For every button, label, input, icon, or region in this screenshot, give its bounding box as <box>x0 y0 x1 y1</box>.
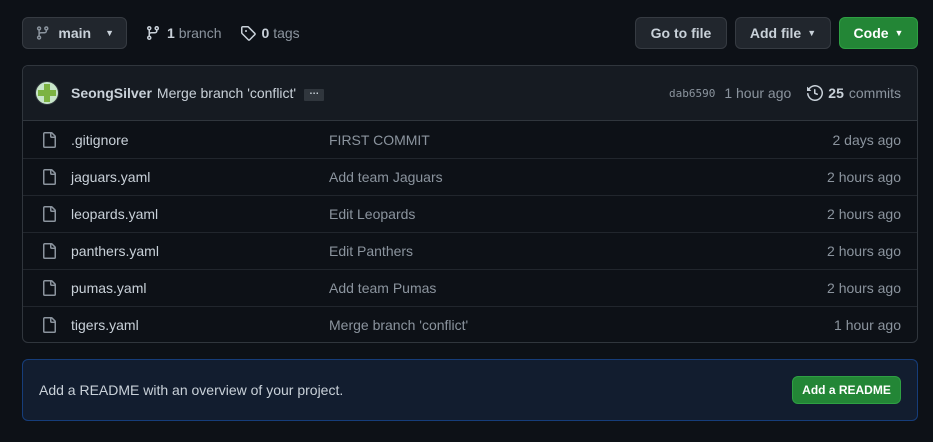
branch-count: 1 <box>167 25 175 41</box>
file-commit-time: 2 hours ago <box>827 206 901 222</box>
file-name[interactable]: tigers.yaml <box>71 317 139 333</box>
file-icon <box>41 243 57 259</box>
file-commit-time: 1 hour ago <box>834 317 901 333</box>
tag-count: 0 <box>261 25 270 41</box>
file-row[interactable]: pumas.yaml Add team Pumas 2 hours ago <box>23 269 917 306</box>
file-name[interactable]: jaguars.yaml <box>71 169 150 185</box>
readme-prompt-text: Add a README with an overview of your pr… <box>39 382 344 398</box>
readme-prompt: Add a README with an overview of your pr… <box>22 359 918 421</box>
file-list-box: SeongSilver Merge branch 'conflict' … da… <box>22 65 918 343</box>
branches-link[interactable]: 1 branch <box>145 25 222 41</box>
commit-author[interactable]: SeongSilver <box>71 85 152 101</box>
code-button[interactable]: Code ▼ <box>839 17 918 49</box>
commits-link[interactable]: 25 commits <box>807 85 901 101</box>
commit-meta: dab6590 1 hour ago 25 commits <box>669 85 901 101</box>
file-rows: .gitignore FIRST COMMIT 2 days ago jaguars.… <box>23 121 917 342</box>
history-icon <box>807 85 824 101</box>
file-commit-message[interactable]: Merge branch 'conflict' <box>329 317 468 333</box>
file-commit-message[interactable]: Add team Jaguars <box>329 169 443 185</box>
caret-down-icon: ▼ <box>105 28 114 38</box>
file-commit-time: 2 days ago <box>832 131 902 148</box>
caret-down-icon: ▼ <box>894 28 904 38</box>
file-icon <box>41 169 57 185</box>
git-branch-icon <box>36 26 49 40</box>
tag-icon <box>240 26 256 41</box>
file-row[interactable]: leopards.yaml Edit Leopards 2 hours ago <box>23 195 917 232</box>
file-icon <box>41 317 57 333</box>
toolbar-actions: Go to file Add file ▼ Code ▼ <box>635 17 918 49</box>
branch-name: main <box>58 25 92 41</box>
latest-commit-header: SeongSilver Merge branch 'conflict' … da… <box>23 66 917 121</box>
branch-select-button[interactable]: main ▼ <box>22 17 127 49</box>
file-row[interactable]: panthers.yaml Edit Panthers 2 hours ago <box>23 232 917 269</box>
git-branch-icon <box>146 26 159 41</box>
file-icon <box>41 280 57 296</box>
commit-time: 1 hour ago <box>724 85 792 101</box>
avatar[interactable] <box>35 81 59 105</box>
file-commit-time: 2 hours ago <box>827 169 901 185</box>
file-row[interactable]: jaguars.yaml Add team Jaguars 2 hours ago <box>23 158 917 195</box>
file-commit-message[interactable]: FIRST COMMIT <box>329 132 430 148</box>
code-label: Code <box>853 25 889 41</box>
add-file-button[interactable]: Add file ▼ <box>735 17 831 49</box>
file-commit-message[interactable]: Add team Pumas <box>329 280 436 296</box>
tags-link[interactable]: 0 tags <box>240 25 300 41</box>
commits-label: commits <box>848 85 901 101</box>
commit-count: 25 <box>828 85 844 101</box>
go-to-file-button[interactable]: Go to file <box>635 17 727 49</box>
commit-sha[interactable]: dab6590 <box>669 87 715 100</box>
tag-label: tags <box>273 25 300 41</box>
file-name[interactable]: .gitignore <box>71 132 129 148</box>
file-row[interactable]: tigers.yaml Merge branch 'conflict' 1 hour… <box>23 306 917 342</box>
file-name[interactable]: leopards.yaml <box>71 206 158 222</box>
commit-message[interactable]: Merge branch 'conflict' <box>157 85 296 101</box>
add-file-label: Add file <box>749 25 802 41</box>
branch-label: branch <box>178 25 222 41</box>
repo-toolbar: main ▼ 1 branch 0 tags Go to file Add fi… <box>22 17 918 49</box>
file-row[interactable]: .gitignore FIRST COMMIT 2 days ago <box>23 121 917 158</box>
add-readme-button[interactable]: Add a README <box>792 376 901 404</box>
file-icon <box>41 131 57 148</box>
expand-commit-button[interactable]: … <box>304 87 325 101</box>
file-commit-message[interactable]: Edit Panthers <box>329 243 413 259</box>
file-name[interactable]: panthers.yaml <box>71 243 159 259</box>
file-icon <box>41 206 57 222</box>
caret-down-icon: ▼ <box>807 28 817 38</box>
file-commit-time: 2 hours ago <box>827 243 901 259</box>
file-commit-time: 2 hours ago <box>827 280 901 296</box>
file-name[interactable]: pumas.yaml <box>71 280 146 296</box>
file-commit-message[interactable]: Edit Leopards <box>329 206 415 222</box>
